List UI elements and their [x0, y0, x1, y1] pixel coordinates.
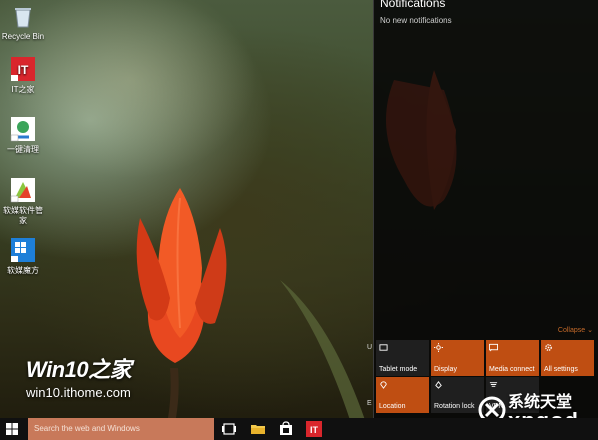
edge-text-line: U [367, 344, 373, 351]
tablet-mode-icon [379, 344, 388, 351]
quick-action-rotation-lock[interactable]: Rotation lock [431, 377, 484, 413]
start-windows-icon[interactable] [6, 423, 18, 435]
no-notifications-text: No new notifications [380, 16, 452, 25]
software-manager-icon [10, 178, 35, 203]
collapse-button[interactable]: Collapse ⌄ [558, 326, 593, 334]
tile-label: All settings [544, 366, 578, 373]
desktop-icon-label: 一键清理 [7, 145, 39, 154]
collapse-label: Collapse [557, 327, 586, 334]
desktop-icon-label: IT之家 [11, 85, 35, 94]
tile-label: Rotation lock [434, 403, 475, 410]
leaf-image [280, 280, 365, 420]
quick-action-location[interactable]: Location [376, 377, 429, 413]
settings-gear-icon [545, 344, 552, 351]
svg-text:IT: IT [310, 425, 319, 435]
ithome-taskbar-icon[interactable]: IT [306, 421, 322, 437]
rotation-lock-icon [435, 381, 442, 389]
quick-action-display[interactable]: Display [431, 340, 484, 376]
cleanup-app-icon [10, 117, 35, 142]
task-view-icon[interactable] [221, 421, 237, 437]
watermark-logo-text: Win10之家 [26, 357, 132, 382]
quick-action-media-connect[interactable]: Media connect [486, 340, 539, 376]
search-placeholder: Search the web and Windows [34, 424, 140, 433]
desktop-icon-label: 软媒魔方 [7, 266, 39, 275]
action-center-panel: Notifications No new notifications Colla… [373, 0, 598, 418]
watermark-url: win10.ithome.com [26, 385, 131, 400]
desktop-icon-rubik-cube[interactable]: 软媒魔方 [0, 236, 46, 276]
desktop-icon-cleanup[interactable]: 一键清理 [0, 115, 46, 155]
recycle-bin-icon [15, 8, 31, 28]
desktop-icon-ithome[interactable]: IT IT之家 [0, 55, 46, 95]
display-brightness-icon [434, 343, 443, 352]
panel-background-reflection [386, 70, 457, 210]
tile-label: Tablet mode [379, 366, 418, 373]
quick-action-tablet-mode[interactable]: Tablet mode [376, 340, 429, 376]
quick-action-all-settings[interactable]: All settings [541, 340, 594, 376]
win10-watermark: Win10之家 win10.ithome.com [26, 352, 156, 402]
location-icon [380, 381, 387, 389]
tile-label: Location [379, 403, 406, 410]
notifications-title: Notifications [380, 0, 446, 10]
tile-label: Display [434, 366, 457, 373]
desktop-icon-label: Recycle Bin [1, 32, 45, 41]
chevron-down-icon: ⌄ [587, 327, 593, 334]
taskbar-search-box[interactable]: Search the web and Windows [28, 418, 214, 440]
rubik-cube-app-icon [11, 238, 35, 262]
desktop-icon-label: 软媒软件管家 [3, 206, 43, 225]
tile-label: Media connect [489, 366, 535, 373]
desktop-icon-recycle-bin[interactable]: Recycle Bin [0, 2, 46, 42]
desktop-icon-software-manager[interactable]: 软媒软件管家 [0, 176, 46, 226]
taskbar: Search the web and Windows IT [0, 418, 598, 440]
file-explorer-icon[interactable] [250, 421, 266, 437]
partially-hidden-text: U E [367, 343, 372, 409]
store-icon[interactable] [278, 421, 294, 437]
media-connect-icon [489, 343, 498, 352]
svg-text:IT: IT [18, 63, 29, 77]
edge-text-line: E [367, 400, 372, 407]
ithome-app-icon: IT [11, 57, 35, 81]
